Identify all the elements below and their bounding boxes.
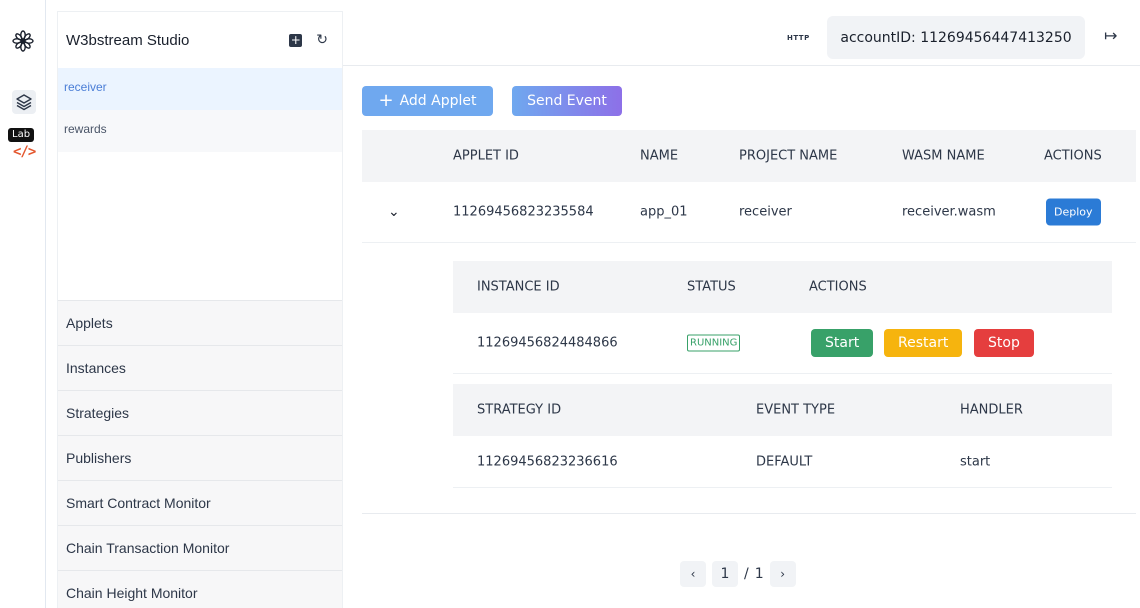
- table-row: 11269456823236616 DEFAULT start: [453, 436, 1112, 488]
- applet-project: receiver: [739, 204, 792, 220]
- code-icon[interactable]: </>: [13, 144, 36, 160]
- applet-name: app_01: [640, 204, 688, 220]
- logout-icon[interactable]: ↦: [1104, 26, 1117, 45]
- stop-button[interactable]: Stop: [974, 329, 1034, 357]
- nav-strategies[interactable]: Strategies: [58, 390, 342, 435]
- col-name: NAME: [640, 148, 679, 164]
- top-bar: HTTP accountID: 11269456447413250 ↦: [343, 10, 1140, 66]
- nav-applets[interactable]: Applets: [58, 300, 342, 345]
- nav-chain-transaction-monitor[interactable]: Chain Transaction Monitor: [58, 525, 342, 570]
- project-sidebar: W3bstream Studio + ↻ receiver rewards Ap…: [57, 11, 343, 608]
- pagination: ‹ 1 / 1 ›: [680, 561, 796, 587]
- deploy-button[interactable]: Deploy: [1046, 198, 1101, 226]
- col-wasm-name: WASM NAME: [902, 148, 985, 164]
- refresh-icon[interactable]: ↻: [316, 32, 328, 48]
- strategy-event-type: DEFAULT: [756, 454, 813, 469]
- current-page[interactable]: 1: [712, 561, 738, 587]
- nav-chain-height-monitor[interactable]: Chain Height Monitor: [58, 570, 342, 608]
- restart-button[interactable]: Restart: [884, 329, 963, 357]
- nav-smart-contract-monitor[interactable]: Smart Contract Monitor: [58, 480, 342, 525]
- plus-icon: +: [378, 90, 394, 111]
- applet-wasm: receiver.wasm: [902, 204, 996, 220]
- table-row: ⌄ 11269456823235584 app_01 receiver rece…: [362, 182, 1136, 243]
- flower-logo-icon[interactable]: [12, 30, 34, 52]
- send-event-button[interactable]: Send Event: [512, 86, 622, 116]
- instances-table-header: INSTANCE ID STATUS ACTIONS: [453, 261, 1112, 313]
- applets-table-header: APPLET ID NAME PROJECT NAME WASM NAME AC…: [362, 130, 1136, 182]
- col-instance-actions: ACTIONS: [809, 279, 867, 295]
- protocol-toggle[interactable]: HTTP: [787, 34, 810, 42]
- col-actions: ACTIONS: [1044, 148, 1102, 164]
- col-instance-id: INSTANCE ID: [477, 279, 560, 295]
- project-item-rewards[interactable]: rewards: [58, 110, 342, 152]
- nav-instances[interactable]: Instances: [58, 345, 342, 390]
- start-button[interactable]: Start: [811, 329, 874, 357]
- instance-id: 11269456824484866: [477, 335, 618, 351]
- col-strategy-id: STRATEGY ID: [477, 402, 562, 418]
- status-badge: RUNNING: [687, 334, 741, 352]
- col-status: STATUS: [687, 279, 736, 295]
- project-list-spacer: [58, 152, 342, 300]
- lab-badge[interactable]: Lab: [8, 128, 35, 142]
- divider: [362, 513, 1136, 514]
- col-event-type: EVENT TYPE: [756, 402, 836, 418]
- app-title: W3bstream Studio: [66, 31, 190, 49]
- col-handler: HANDLER: [960, 402, 1023, 418]
- strategies-table-header: STRATEGY ID EVENT TYPE HANDLER: [453, 384, 1112, 436]
- account-id-display[interactable]: accountID: 11269456447413250: [827, 16, 1085, 59]
- sidebar-header: W3bstream Studio + ↻: [58, 12, 342, 68]
- applets-table: APPLET ID NAME PROJECT NAME WASM NAME AC…: [362, 130, 1136, 243]
- nav-publishers[interactable]: Publishers: [58, 435, 342, 480]
- page-separator: /: [744, 566, 749, 582]
- applet-id: 11269456823235584: [453, 204, 594, 220]
- add-applet-label: Add Applet: [399, 93, 477, 109]
- layers-icon[interactable]: [12, 90, 36, 114]
- strategies-table: STRATEGY ID EVENT TYPE HANDLER 112694568…: [453, 384, 1112, 488]
- project-item-receiver[interactable]: receiver: [58, 68, 342, 110]
- next-page-icon[interactable]: ›: [769, 561, 796, 587]
- total-pages: 1: [754, 566, 764, 582]
- strategy-id: 11269456823236616: [477, 454, 618, 469]
- left-rail: Lab </>: [0, 0, 46, 608]
- prev-page-icon[interactable]: ‹: [680, 561, 706, 587]
- chevron-down-icon[interactable]: ⌄: [388, 204, 400, 220]
- col-applet-id: APPLET ID: [453, 148, 519, 164]
- strategy-handler: start: [960, 454, 991, 469]
- table-row: 11269456824484866 RUNNING Start Restart …: [453, 313, 1112, 374]
- add-applet-button[interactable]: + Add Applet: [362, 86, 493, 116]
- instances-table: INSTANCE ID STATUS ACTIONS 1126945682448…: [453, 261, 1112, 374]
- col-project-name: PROJECT NAME: [739, 148, 838, 164]
- add-project-icon[interactable]: +: [289, 33, 303, 47]
